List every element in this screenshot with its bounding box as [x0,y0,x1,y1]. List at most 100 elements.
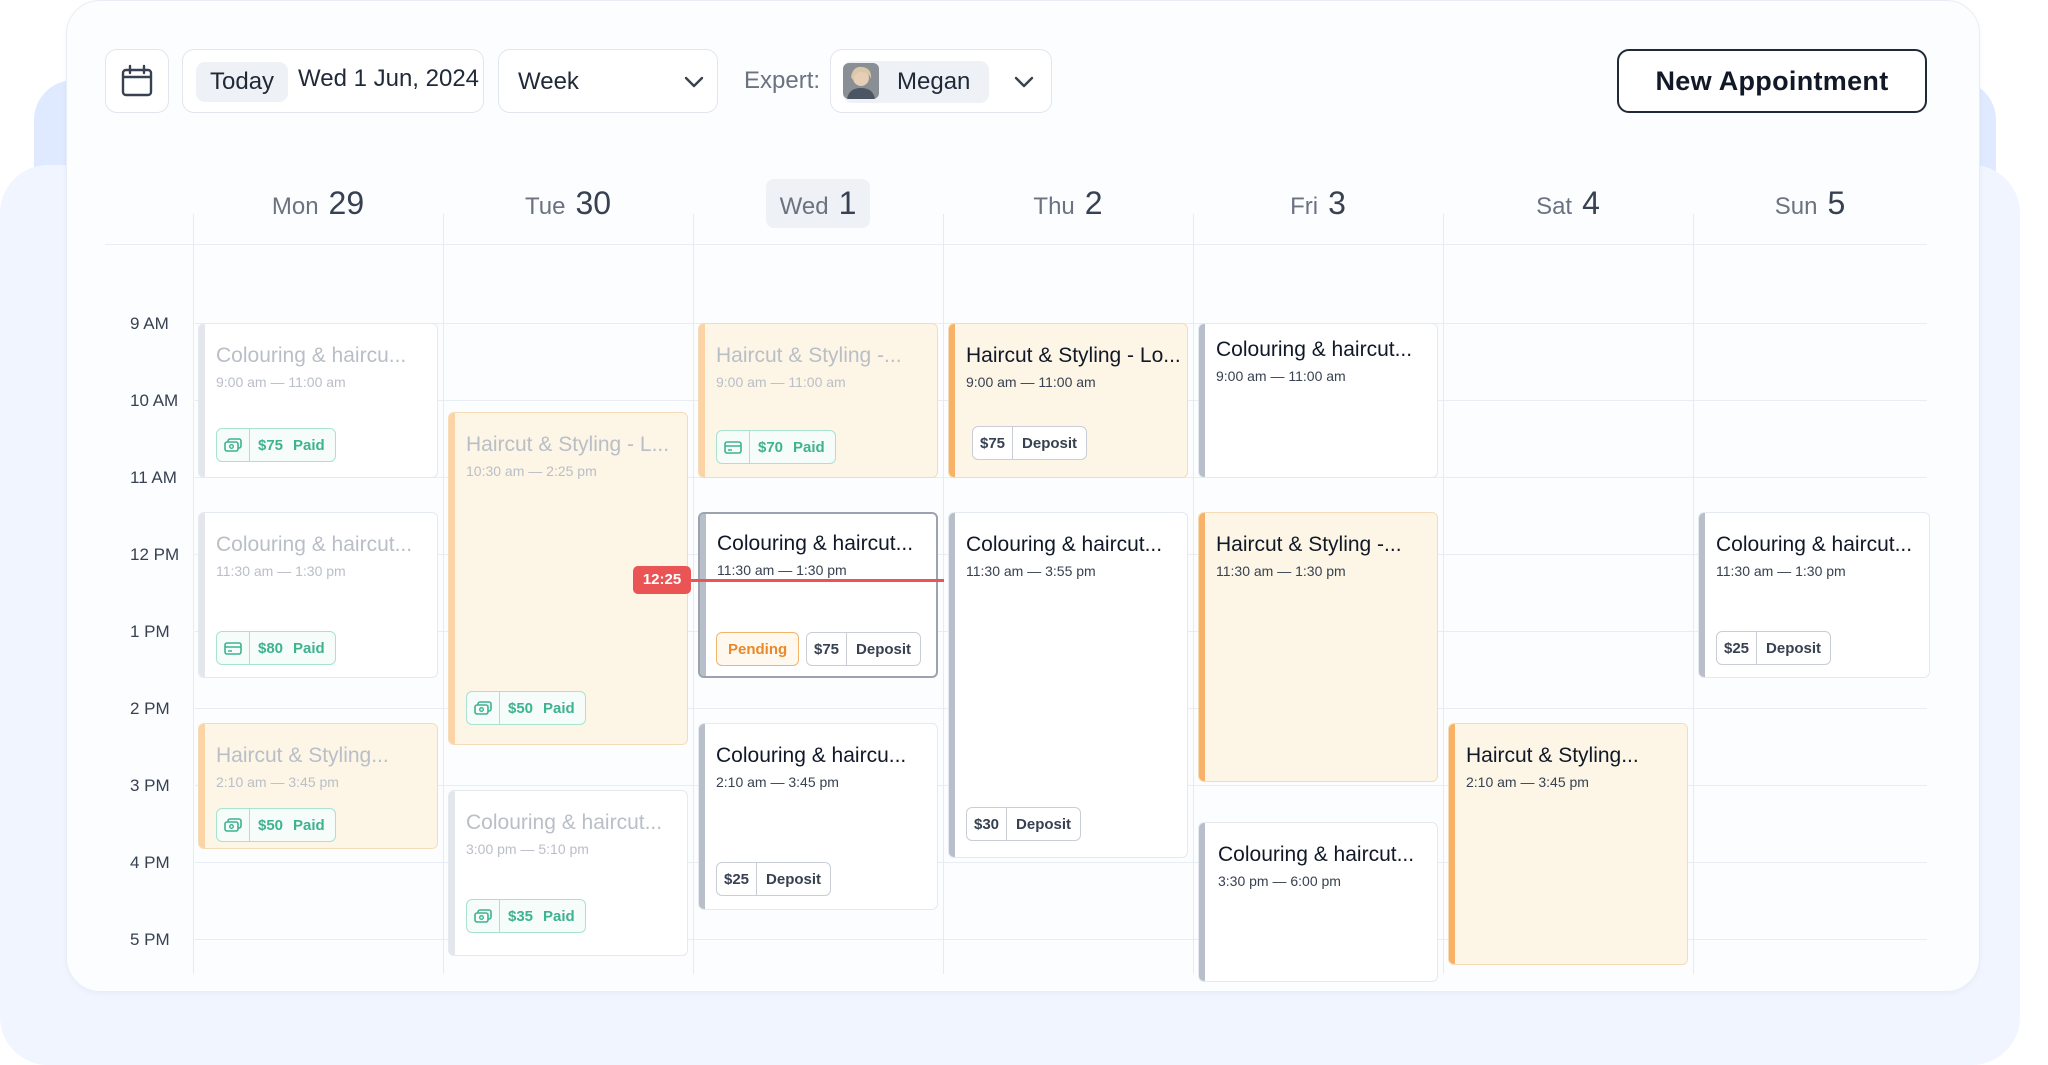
payment-badge: $25 Deposit [1716,631,1832,665]
event-accent-bar [1699,513,1705,677]
calendar-picker-button[interactable] [105,49,169,113]
payment-status: Paid [543,907,575,925]
payment-badge: $80 Paid [216,631,336,665]
view-select-value: Week [518,68,579,95]
day-divider [1193,214,1194,974]
appointment-card[interactable]: Colouring & haircu... 2:10 am — 3:45 pm … [698,723,938,910]
time-label: 5 PM [130,930,170,949]
event-time: 9:00 am — 11:00 am [216,374,346,390]
appointment-card[interactable]: Colouring & haircut... 11:30 am — 1:30 p… [198,512,438,678]
payment-status: Paid [293,639,325,657]
appointment-card[interactable]: Colouring & haircut... 11:30 am — 3:55 p… [948,512,1188,858]
event-accent-bar [949,324,955,477]
day-header-wed[interactable]: Wed 1 [693,168,943,238]
payment-status: Paid [793,438,825,456]
event-accent-bar [1449,724,1455,964]
payment-status: Paid [293,436,325,454]
day-name: Sat [1536,192,1573,220]
time-label: 10 AM [130,391,179,410]
day-name: Wed [779,192,829,220]
payment-badge: $75 Paid [216,428,336,462]
event-time: 11:30 am — 1:30 pm [717,562,847,578]
payment-badge: $75 Deposit [972,426,1088,460]
event-accent-bar [199,724,205,848]
event-time: 3:30 pm — 6:00 pm [1218,873,1341,889]
day-name: Tue [524,192,566,220]
appointment-card[interactable]: Colouring & haircut... 11:30 am — 1:30 p… [1698,512,1930,678]
today-button[interactable]: Today [196,62,289,102]
calendar-icon [121,64,153,97]
chevron-down-icon [684,76,704,88]
day-number: 1 [838,184,857,221]
event-title: Colouring & haircut... [1216,338,1413,361]
event-time: 2:10 am — 3:45 pm [216,774,339,790]
appointment-card[interactable]: Colouring & haircut... 9:00 am — 11:00 a… [1198,323,1438,478]
day-divider [1443,214,1444,974]
day-name: Mon [271,192,319,220]
event-title: Haircut & Styling... [216,744,389,767]
appointment-card[interactable]: Haircut & Styling... 2:10 am — 3:45 pm $… [198,723,438,849]
appointment-card[interactable]: Colouring & haircut... 3:00 pm — 5:10 pm… [448,790,688,956]
day-name: Thu [1033,192,1075,220]
day-divider [443,214,444,974]
payment-amount: $25 [1717,632,1758,664]
cash-icon [217,429,250,461]
payment-status: Paid [293,816,325,834]
event-accent-bar [199,513,205,677]
event-time: 11:30 am — 1:30 pm [1716,563,1846,579]
payment-amount: $75 [807,633,848,665]
day-divider [943,214,944,974]
event-accent-bar [1199,823,1205,981]
payment-amount: $35 [508,907,534,925]
avatar [843,63,879,99]
day-header-tue[interactable]: Tue 30 [443,168,693,238]
time-label: 2 PM [130,699,170,718]
appointment-card[interactable]: Colouring & haircu... 9:00 am — 11:00 am… [198,323,438,478]
cash-icon [467,692,500,724]
event-title: Colouring & haircut... [1716,533,1913,556]
current-date: Wed 1 Jun, 2024 [298,65,480,92]
event-title: Colouring & haircut... [966,533,1163,556]
event-title: Haircut & Styling... [1466,744,1639,767]
day-header-sun[interactable]: Sun 5 [1693,168,1927,238]
expert-select[interactable]: Megan [830,49,1052,113]
payment-badge: $50 Paid [216,808,336,842]
payment-amount: $80 [258,639,284,657]
payment-amount: $25 [717,863,758,895]
event-time: 10:30 am — 2:25 pm [466,463,597,479]
appointment-card[interactable]: Haircut & Styling... 2:10 am — 3:45 pm [1448,723,1688,965]
payment-badge: $25 Deposit [716,862,832,896]
day-name: Sun [1774,192,1818,220]
event-title: Haircut & Styling -... [716,344,902,367]
view-select[interactable]: Week [498,49,718,113]
event-title: Colouring & haircu... [716,744,907,767]
appointment-card[interactable]: Colouring & haircut... 3:30 pm — 6:00 pm [1198,822,1438,982]
event-accent-bar [699,324,705,477]
appointment-card-selected[interactable]: Colouring & haircut... 11:30 am — 1:30 p… [698,512,938,678]
event-title: Colouring & haircut... [216,533,413,556]
payment-amount: $75 [258,436,284,454]
day-header-fri[interactable]: Fri 3 [1193,168,1443,238]
appointment-card[interactable]: Haircut & Styling -... 11:30 am — 1:30 p… [1198,512,1438,782]
appointment-card[interactable]: Haircut & Styling -... 9:00 am — 11:00 a… [698,323,938,478]
event-accent-bar [949,513,955,857]
time-label: 4 PM [130,853,170,872]
payment-amount: $70 [758,438,784,456]
payment-badge: $70 Paid [716,430,836,464]
day-header-sat[interactable]: Sat 4 [1443,168,1693,238]
appointment-card[interactable]: Haircut & Styling - Lo... 9:00 am — 11:0… [948,323,1188,478]
payment-amount: $50 [508,699,534,717]
new-appointment-button[interactable]: New Appointment [1617,49,1927,113]
event-time: 3:00 pm — 5:10 pm [466,841,589,857]
payment-status: Deposit [856,640,912,658]
day-header-mon[interactable]: Mon 29 [193,168,443,238]
event-accent-bar [449,791,455,955]
event-time: 9:00 am — 11:00 am [966,374,1096,390]
day-header-thu[interactable]: Thu 2 [943,168,1193,238]
payment-badge: $30 Deposit [966,807,1082,841]
payment-status: Deposit [1022,434,1078,452]
event-time: 11:30 am — 1:30 pm [1216,563,1346,579]
day-divider [693,214,694,974]
event-title: Haircut & Styling - Lo... [966,344,1181,367]
card-icon [717,431,750,463]
